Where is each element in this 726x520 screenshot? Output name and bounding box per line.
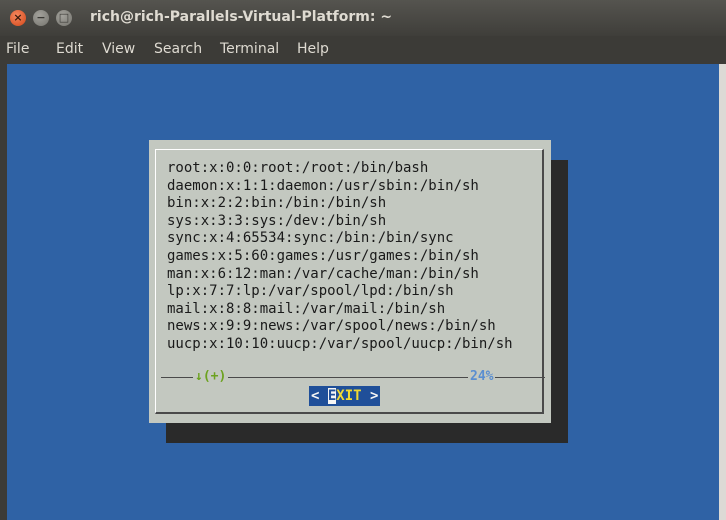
text-line: daemon:x:1:1:daemon:/usr/sbin:/bin/sh bbox=[167, 177, 479, 194]
menu-help[interactable]: Help bbox=[297, 41, 329, 57]
exit-button-left: < bbox=[311, 388, 328, 404]
title-bar[interactable]: × − □ rich@rich-Parallels-Virtual-Platfo… bbox=[0, 0, 726, 36]
window-title: rich@rich-Parallels-Virtual-Platform: ~ bbox=[90, 9, 393, 25]
menu-edit[interactable]: Edit bbox=[56, 41, 83, 57]
exit-button[interactable]: < EXIT > bbox=[309, 386, 381, 406]
close-window-icon[interactable]: × bbox=[10, 10, 26, 26]
exit-button-label: XIT bbox=[336, 388, 362, 404]
menu-view[interactable]: View bbox=[102, 41, 135, 57]
terminal-scrollbar[interactable] bbox=[719, 64, 726, 520]
text-line: lp:x:7:7:lp:/var/spool/lpd:/bin/sh bbox=[167, 283, 454, 300]
terminal-window: × − □ rich@rich-Parallels-Virtual-Platfo… bbox=[0, 0, 726, 520]
text-line: sync:x:4:65534:sync:/bin:/bin/sync bbox=[167, 230, 454, 247]
textbox-dialog: root:x:0:0:root:/root:/bin/bash daemon:x… bbox=[149, 140, 551, 423]
minimize-window-icon[interactable]: − bbox=[33, 10, 49, 26]
text-line: man:x:6:12:man:/var/cache/man:/bin/sh bbox=[167, 265, 479, 282]
file-content[interactable]: root:x:0:0:root:/root:/bin/bash daemon:x… bbox=[167, 160, 513, 354]
text-line: root:x:0:0:root:/root:/bin/bash bbox=[167, 160, 429, 176]
text-line: news:x:9:9:news:/var/spool/news:/bin/sh bbox=[167, 318, 496, 335]
exit-button-right: > bbox=[361, 388, 379, 404]
menu-bar: File Edit View Search Terminal Help bbox=[0, 36, 726, 64]
text-line: mail:x:8:8:mail:/var/mail:/bin/sh bbox=[167, 300, 446, 317]
text-line: games:x:5:60:games:/usr/games:/bin/sh bbox=[167, 247, 479, 264]
menu-terminal[interactable]: Terminal bbox=[220, 41, 279, 57]
maximize-window-icon[interactable]: □ bbox=[56, 10, 72, 26]
text-line: uucp:x:10:10:uucp:/var/spool/uucp:/bin/s… bbox=[167, 335, 513, 352]
scroll-percent: 24% bbox=[468, 369, 496, 384]
menu-file[interactable]: File bbox=[6, 41, 29, 57]
text-line: bin:x:2:2:bin:/bin:/bin/sh bbox=[167, 195, 387, 212]
more-content-indicator: ↓(+) bbox=[193, 369, 229, 384]
menu-search[interactable]: Search bbox=[154, 41, 202, 57]
text-line: sys:x:3:3:sys:/dev:/bin/sh bbox=[167, 212, 387, 229]
